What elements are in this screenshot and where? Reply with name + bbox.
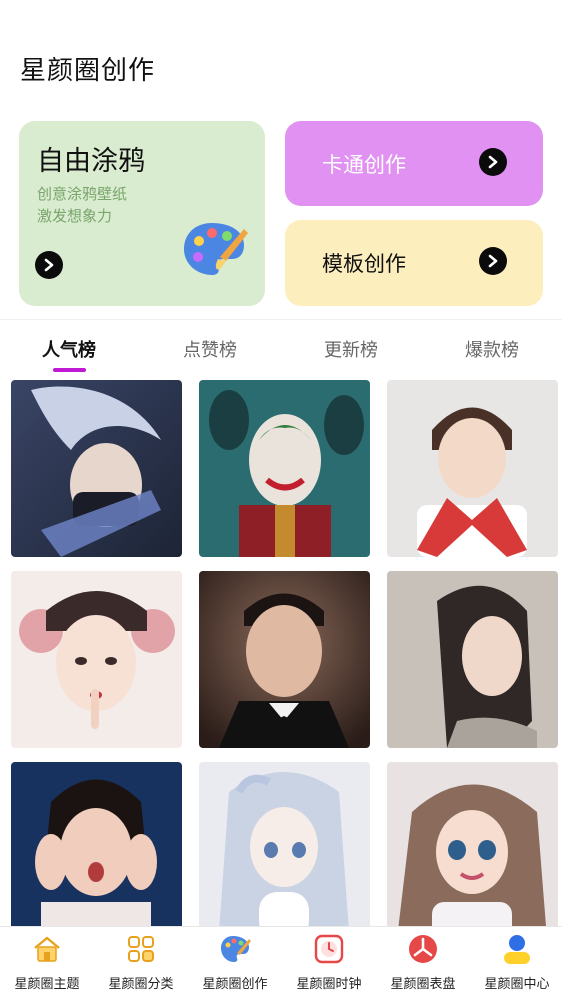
wallpaper-tile[interactable] — [387, 380, 558, 557]
template-creation-card[interactable]: 模板创作 — [285, 220, 543, 306]
free-doodle-card[interactable]: 自由涂鸦 创意涂鸦壁纸 激发想象力 — [19, 121, 265, 306]
free-doodle-subtitle-2: 激发想象力 — [37, 207, 113, 225]
active-tab-indicator — [53, 368, 86, 372]
wallpaper-image — [11, 571, 182, 748]
nav-category-label: 星颜圈分类 — [108, 977, 174, 992]
cartoon-creation-card[interactable]: 卡通创作 — [285, 121, 543, 206]
wallpaper-image — [387, 762, 558, 939]
ranking-tabs: 人气榜 点赞榜 更新榜 爆款榜 — [0, 330, 562, 374]
palette-icon — [221, 936, 251, 962]
wallpaper-tile[interactable] — [199, 571, 370, 748]
nav-profile-label: 星颜圈中心 — [484, 977, 550, 992]
arrow-right-icon[interactable] — [479, 148, 507, 176]
wallpaper-image — [11, 762, 182, 939]
clock-icon — [314, 934, 344, 964]
wallpaper-image — [11, 380, 182, 557]
home-icon — [34, 936, 60, 962]
watch-dial-icon — [409, 935, 437, 963]
free-doodle-title: 自由涂鸦 — [37, 146, 145, 177]
nav-clock[interactable]: 星颜圈时钟 — [282, 927, 376, 994]
arrow-right-icon[interactable] — [479, 247, 507, 275]
nav-theme-label: 星颜圈主题 — [14, 977, 80, 992]
nav-profile[interactable]: 星颜圈中心 — [470, 927, 562, 994]
wallpaper-image — [199, 762, 370, 939]
free-doodle-subtitle-1: 创意涂鸦壁纸 — [37, 185, 128, 203]
wallpaper-image — [199, 571, 370, 748]
nav-create-label: 星颜圈创作 — [202, 977, 268, 992]
tab-updates[interactable]: 更新榜 — [296, 336, 406, 362]
wallpaper-tile[interactable] — [387, 571, 558, 748]
category-grid-icon — [128, 936, 154, 962]
wallpaper-image — [387, 380, 558, 557]
template-creation-label: 模板创作 — [322, 252, 406, 276]
nav-theme[interactable]: 星颜圈主题 — [0, 927, 94, 994]
nav-dial[interactable]: 星颜圈表盘 — [376, 927, 470, 994]
wallpaper-tile[interactable] — [11, 571, 182, 748]
wallpaper-image — [199, 380, 370, 557]
nav-dial-label: 星颜圈表盘 — [390, 977, 456, 992]
nav-clock-label: 星颜圈时钟 — [296, 977, 362, 992]
tab-likes[interactable]: 点赞榜 — [155, 336, 265, 362]
wallpaper-image — [387, 571, 558, 748]
wallpaper-tile[interactable] — [199, 380, 370, 557]
profile-icon — [504, 935, 530, 964]
page-title: 星颜圈创作 — [20, 56, 156, 86]
arrow-right-icon[interactable] — [35, 251, 63, 279]
bottom-navigation: 星颜圈主题 星颜圈分类 星颜圈创作 星颜圈时钟 星颜圈表盘 星颜圈中心 — [0, 926, 562, 994]
wallpaper-tile[interactable] — [199, 762, 370, 939]
nav-category[interactable]: 星颜圈分类 — [94, 927, 188, 994]
cartoon-creation-label: 卡通创作 — [322, 153, 406, 177]
section-divider — [0, 319, 562, 320]
wallpaper-tile[interactable] — [11, 762, 182, 939]
wallpaper-tile[interactable] — [387, 762, 558, 939]
wallpaper-tile[interactable] — [11, 380, 182, 557]
paint-palette-icon — [184, 223, 248, 275]
tab-hits[interactable]: 爆款榜 — [437, 336, 547, 362]
nav-create[interactable]: 星颜圈创作 — [188, 927, 282, 994]
tab-popular[interactable]: 人气榜 — [14, 336, 124, 362]
